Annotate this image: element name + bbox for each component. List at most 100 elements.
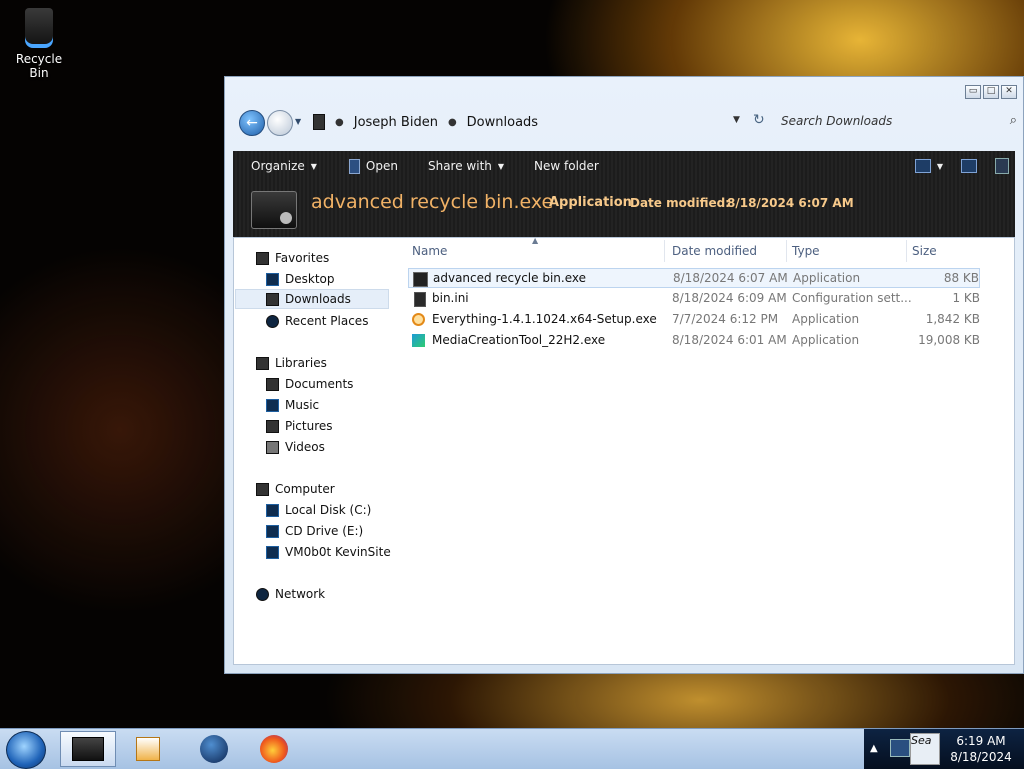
file-size: 1 KB	[952, 291, 980, 305]
file-date: 7/7/2024 6:12 PM	[672, 312, 779, 326]
network-tray-icon[interactable]	[890, 739, 910, 757]
close-button[interactable]: ✕	[1001, 85, 1017, 99]
minimize-button[interactable]: ▭	[965, 85, 981, 99]
nav-network-label: Network	[275, 587, 326, 601]
share-with-button[interactable]: Share with ▼	[428, 159, 504, 173]
nav-documents-label: Documents	[285, 377, 354, 391]
nav-network-share[interactable]: VM0b0t KevinSite	[266, 542, 391, 562]
nav-desktop[interactable]: Desktop	[266, 269, 335, 289]
change-view-icon[interactable]	[914, 159, 931, 173]
nav-network[interactable]: Network	[256, 584, 325, 604]
breadcrumb-separator-icon[interactable]: ●	[335, 117, 344, 128]
help-icon[interactable]	[995, 158, 1009, 174]
recent-places-icon	[266, 314, 279, 328]
nav-cd-drive[interactable]: CD Drive (E:)	[266, 521, 363, 541]
details-file-type: Application	[549, 195, 632, 210]
firefox-icon	[260, 735, 288, 763]
file-row[interactable]: Everything-1.4.1.1024.x64-Setup.exe 7/7/…	[408, 310, 980, 330]
content-area: Favorites Desktop Downloads Recent Place…	[233, 236, 1015, 665]
column-header-size[interactable]: Size	[912, 244, 937, 258]
recycle-bin-desktop-icon[interactable]: Recycle Bin	[6, 8, 72, 80]
explorer-icon	[72, 737, 104, 761]
network-drive-icon	[266, 545, 279, 559]
file-size: 19,008 KB	[918, 333, 980, 347]
nav-videos[interactable]: Videos	[266, 437, 325, 457]
column-divider[interactable]	[664, 240, 665, 262]
search-box[interactable]: Search Downloads ⌕	[781, 111, 1017, 133]
chevron-down-icon: ▼	[310, 161, 317, 171]
details-date-value: 8/18/2024 6:07 AM	[727, 196, 854, 210]
column-header-name[interactable]: Name	[412, 244, 447, 258]
search-icon[interactable]: ⌕	[1010, 113, 1017, 128]
share-with-label: Share with	[427, 159, 492, 173]
file-name: advanced recycle bin.exe	[433, 271, 586, 285]
file-row[interactable]: bin.ini 8/18/2024 6:09 AM Configuration …	[408, 289, 980, 309]
media-creation-tool-icon	[412, 334, 425, 347]
file-row[interactable]: advanced recycle bin.exe 8/18/2024 6:07 …	[408, 268, 980, 288]
breadcrumb-downloads[interactable]: Downloads	[467, 115, 538, 130]
back-button[interactable]: ←	[239, 110, 265, 136]
taskbar-browser-button[interactable]	[186, 731, 242, 767]
file-date: 8/18/2024 6:01 AM	[672, 333, 787, 347]
recycle-bin-icon	[25, 8, 53, 48]
column-divider[interactable]	[906, 240, 907, 262]
forward-button[interactable]	[267, 110, 293, 136]
selected-file-icon	[251, 191, 297, 229]
clock-time: 6:19 AM	[956, 734, 1006, 748]
taskbar-firefox-button[interactable]	[246, 731, 302, 767]
window-controls: ▭ □ ✕	[965, 85, 1017, 99]
start-button[interactable]	[6, 731, 46, 769]
nav-music[interactable]: Music	[266, 395, 319, 415]
refresh-icon[interactable]: ↻	[753, 112, 765, 128]
nav-desktop-label: Desktop	[285, 272, 335, 286]
chevron-down-icon[interactable]: ▼	[937, 162, 943, 171]
show-hidden-icons-icon[interactable]: ▲	[870, 743, 878, 754]
nav-computer-label: Computer	[275, 482, 335, 496]
new-folder-label: New folder	[534, 159, 599, 173]
taskbar-media-player-button[interactable]	[120, 731, 176, 767]
column-header-type[interactable]: Type	[792, 244, 820, 258]
nav-network-share-label: VM0b0t KevinSite	[285, 545, 391, 559]
taskbar: ▲ Sea 6:19 AM 8/18/2024	[0, 728, 1024, 769]
nav-local-disk[interactable]: Local Disk (C:)	[266, 500, 371, 520]
magnifier-icon	[412, 313, 425, 326]
search-input[interactable]: Search Downloads	[781, 114, 892, 128]
new-folder-button[interactable]: New folder	[534, 159, 599, 173]
nav-videos-label: Videos	[285, 440, 325, 454]
nav-favorites[interactable]: Favorites	[256, 248, 329, 268]
history-dropdown-icon[interactable]: ▼	[295, 117, 301, 126]
file-row[interactable]: MediaCreationTool_22H2.exe 8/18/2024 6:0…	[408, 331, 980, 351]
nav-pictures[interactable]: Pictures	[266, 416, 333, 436]
view-controls: ▼	[914, 158, 1009, 174]
column-divider[interactable]	[786, 240, 787, 262]
file-size: 88 KB	[943, 271, 979, 285]
address-bar-area: ← ▼ ● Joseph Biden ● Downloads ▼ ↻ Searc…	[235, 105, 1017, 141]
downloads-folder-icon	[266, 292, 279, 306]
nav-computer[interactable]: Computer	[256, 479, 335, 499]
open-label: Open	[365, 159, 398, 173]
pictures-icon	[266, 419, 279, 433]
preview-pane-icon[interactable]	[961, 159, 977, 173]
tray-search-box[interactable]: Sea	[910, 733, 940, 765]
nav-libraries[interactable]: Libraries	[256, 353, 327, 373]
taskbar-explorer-button[interactable]	[60, 731, 116, 767]
breadcrumb-user[interactable]: Joseph Biden	[354, 115, 438, 130]
nav-documents[interactable]: Documents	[266, 374, 353, 394]
address-dropdown-icon[interactable]: ▼	[733, 115, 740, 125]
nav-cd-drive-label: CD Drive (E:)	[285, 524, 364, 538]
nav-libraries-label: Libraries	[275, 356, 327, 370]
breadcrumb: ● Joseph Biden ● Downloads	[313, 114, 538, 130]
breadcrumb-separator-icon[interactable]: ●	[448, 117, 457, 128]
open-button[interactable]: Open	[348, 158, 398, 174]
nav-recent-places[interactable]: Recent Places	[266, 311, 368, 331]
hard-drive-icon	[266, 503, 279, 517]
app-icon	[348, 158, 360, 174]
organize-button[interactable]: Organize ▼	[251, 159, 317, 173]
explorer-window: ▭ □ ✕ ← ▼ ● Joseph Biden ● Downloads ▼ ↻…	[224, 76, 1024, 674]
maximize-button[interactable]: □	[983, 85, 999, 99]
globe-icon	[200, 735, 228, 763]
clock[interactable]: 6:19 AM 8/18/2024	[942, 733, 1020, 765]
file-name: Everything-1.4.1.1024.x64-Setup.exe	[432, 312, 657, 326]
nav-downloads[interactable]: Downloads	[235, 289, 389, 309]
column-header-date-modified[interactable]: Date modified	[672, 244, 757, 258]
